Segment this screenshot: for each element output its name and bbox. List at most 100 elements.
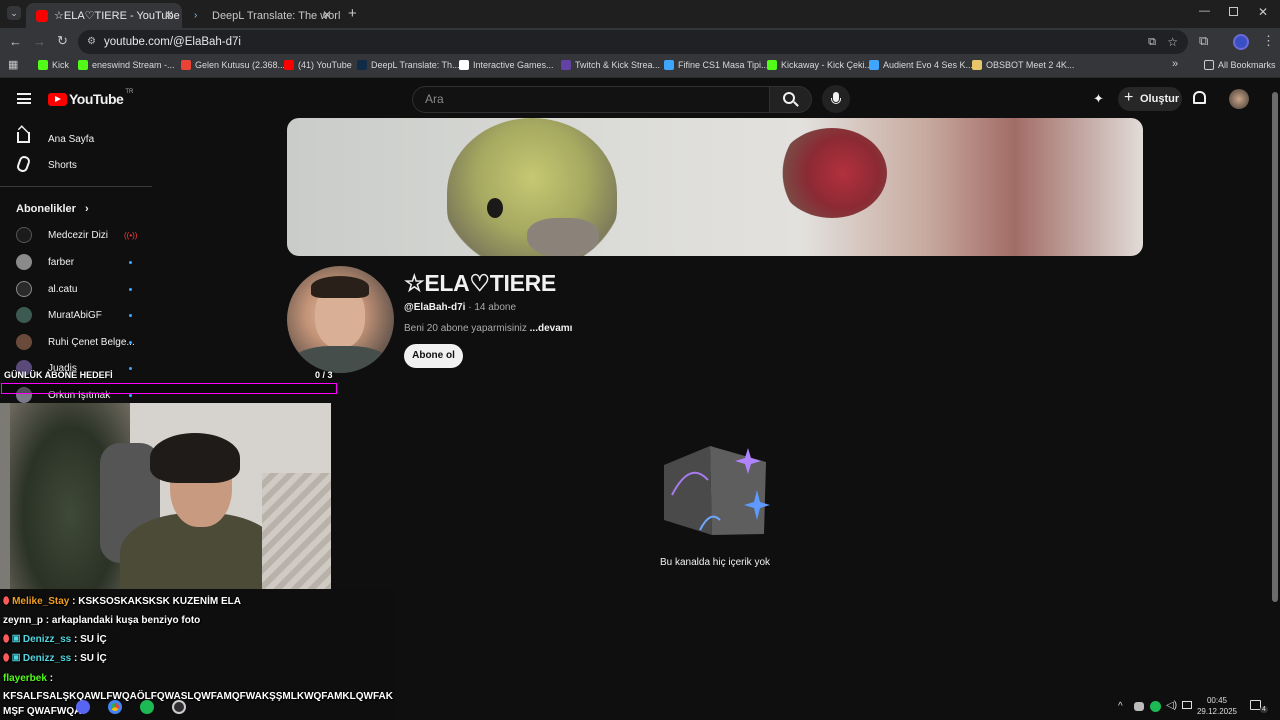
all-bookmarks-button[interactable]: All Bookmarks	[1204, 60, 1276, 70]
voice-search-button[interactable]	[822, 85, 850, 113]
sidebar-item-subscription[interactable]: Medcezir Dizi ((•))	[0, 222, 152, 248]
search-input[interactable]: Ara	[412, 86, 770, 113]
youtube-play-icon	[48, 92, 67, 106]
bookmark-item[interactable]: (41) YouTube	[284, 60, 352, 70]
chat-badge-icon: ▣	[12, 653, 21, 664]
search-button[interactable]	[770, 86, 812, 113]
new-content-dot	[129, 366, 132, 370]
obs-icon[interactable]	[172, 700, 186, 714]
kick-favicon-icon	[38, 60, 48, 70]
hamburger-menu-icon[interactable]	[17, 93, 31, 104]
sidebar-item-subscription[interactable]: MuratAbiGF	[0, 302, 152, 328]
stars-icon[interactable]: ✦	[1093, 91, 1104, 107]
chevron-right-icon: ›	[84, 203, 89, 215]
person-hair	[150, 433, 240, 483]
tab-title: DeepL Translate: The world's m	[212, 9, 340, 22]
site-info-icon[interactable]: ⚙	[87, 30, 96, 54]
subscribe-button[interactable]: Abone ol	[404, 344, 463, 368]
tray-chevron-icon[interactable]: ^	[1118, 701, 1123, 712]
sidebar-item-subscription[interactable]: Ruhi Çenet Belge...	[0, 329, 152, 355]
install-app-icon[interactable]: ⧉	[1148, 30, 1156, 54]
clock-date[interactable]: 29.12.2025	[1192, 707, 1242, 716]
avatar	[16, 227, 32, 243]
page-scrollbar[interactable]	[1270, 80, 1280, 694]
sidebar-item-label: Ana Sayfa	[48, 133, 95, 145]
avatar	[16, 307, 32, 323]
bookmark-item[interactable]: Gelen Kutusu (2.368...	[181, 60, 285, 70]
new-content-dot	[129, 340, 132, 344]
profile-avatar[interactable]	[1233, 34, 1249, 50]
spotify-tray-icon[interactable]	[1150, 701, 1161, 712]
menu-dots-icon[interactable]: ⋮	[1262, 33, 1275, 49]
avatar	[16, 334, 32, 350]
sidebar-item-subscription[interactable]: farber	[0, 249, 152, 275]
chat-username: flayerbek	[3, 673, 47, 684]
more-link[interactable]: ...devamı	[530, 323, 573, 334]
network-icon[interactable]	[1182, 701, 1192, 709]
create-button[interactable]: + Oluştur	[1118, 87, 1182, 111]
bookmark-star-icon[interactable]: ☆	[1167, 30, 1178, 54]
subscriptions-heading[interactable]: Abonelikler ›	[16, 203, 89, 215]
empty-state-text: Bu kanalda hiç içerik yok	[659, 557, 771, 568]
more-bookmarks-icon[interactable]: »	[1172, 58, 1178, 70]
sidebar-item-home[interactable]: Ana Sayfa	[0, 125, 152, 152]
clock-time[interactable]: 00:45	[1202, 696, 1232, 705]
chat-username: zeynn_p	[3, 615, 44, 626]
check-favicon-icon	[869, 60, 879, 70]
chat-badge-icon: ▣	[12, 634, 21, 645]
bookmark-item[interactable]: DeepL Translate: Th...	[357, 60, 460, 70]
youtube-wordmark: YouTube	[69, 91, 124, 107]
bookmark-item[interactable]: OBSBOT Meet 2 4K...	[972, 60, 1074, 70]
channel-avatar[interactable]	[287, 266, 394, 373]
extensions-icon[interactable]: ⧉	[1199, 33, 1208, 49]
bookmark-item[interactable]: Twitch & Kick Strea...	[561, 60, 660, 70]
bookmark-item[interactable]: Audient Evo 4 Ses K...	[869, 60, 973, 70]
youtube-logo[interactable]: YouTube TR	[48, 89, 133, 107]
bookmark-item[interactable]: Kickaway - Kick Çeki...	[767, 60, 872, 70]
sidebar-item-shorts[interactable]: Shorts	[0, 152, 152, 178]
tab-search-icon[interactable]: ⌄	[7, 6, 21, 20]
close-tab-icon[interactable]: ✕	[322, 8, 332, 22]
spotify-icon[interactable]	[140, 700, 154, 714]
goal-progress-text: 0 / 3	[315, 370, 333, 380]
chat-badge-icon: ⬮	[3, 653, 10, 664]
new-tab-icon[interactable]: +	[348, 5, 357, 22]
sidebar-item-subscription[interactable]: al.catu	[0, 276, 152, 302]
bookmark-item[interactable]: Interactive Games...	[459, 60, 554, 70]
empty-state-illustration-icon	[660, 440, 770, 540]
address-bar[interactable]: ⚙ youtube.com/@ElaBah-d7i ⧉ ☆	[78, 30, 1188, 54]
minimize-icon[interactable]: —	[1199, 5, 1210, 17]
bird-beak	[527, 218, 599, 256]
chat-text: SU İÇ	[80, 634, 107, 645]
chat-message: ⬮ ▣ Denizz_ss : SU İÇ	[3, 634, 107, 645]
restore-icon[interactable]	[1229, 7, 1238, 16]
webcam-feed	[0, 403, 331, 589]
tab-title: ☆ELA♡TIERE - YouTube	[54, 10, 180, 22]
close-tab-icon[interactable]: ✕	[164, 8, 174, 22]
bookmark-item[interactable]: eneswind Stream -...	[78, 60, 175, 70]
forward-icon[interactable]: →	[33, 34, 46, 49]
chrome-icon[interactable]	[108, 700, 122, 714]
bookmark-item[interactable]: Fifine CS1 Masa Tipi...	[664, 60, 769, 70]
chat-text: KSKSOSKAKSKSK KUZENİM ELA	[78, 596, 242, 607]
scrollbar-thumb[interactable]	[1272, 92, 1278, 602]
youtube-favicon-icon	[36, 9, 48, 22]
tab-deepl[interactable]: › DeepL Translate: The world's m ✕	[184, 3, 340, 28]
back-icon[interactable]: ←	[9, 34, 22, 49]
channel-description[interactable]: Beni 20 abone yaparmisiniz ...devamı	[404, 323, 572, 334]
close-window-icon[interactable]: ✕	[1258, 5, 1268, 19]
chat-message: zeynn_p : arkaplandaki kuşa benziyo foto	[3, 615, 200, 626]
url-text: youtube.com/@ElaBah-d7i	[104, 36, 241, 48]
new-content-dot	[129, 260, 132, 264]
chat-message: ⬮ Melike_Stay : KSKSOSKAKSKSK KUZENİM EL…	[3, 596, 241, 607]
discord-tray-icon[interactable]	[1134, 702, 1144, 711]
tab-youtube[interactable]: ☆ELA♡TIERE - YouTube ✕	[26, 3, 182, 28]
bookmark-item[interactable]: Kick	[38, 60, 69, 70]
apps-grid-icon[interactable]: ▦	[8, 58, 18, 71]
notifications-bell-icon[interactable]	[1193, 91, 1206, 104]
discord-icon[interactable]	[76, 700, 90, 714]
account-avatar[interactable]	[1229, 89, 1249, 109]
shorts-icon	[15, 154, 32, 174]
volume-icon[interactable]: ◁)	[1166, 700, 1177, 711]
reload-icon[interactable]: ↻	[57, 33, 68, 49]
